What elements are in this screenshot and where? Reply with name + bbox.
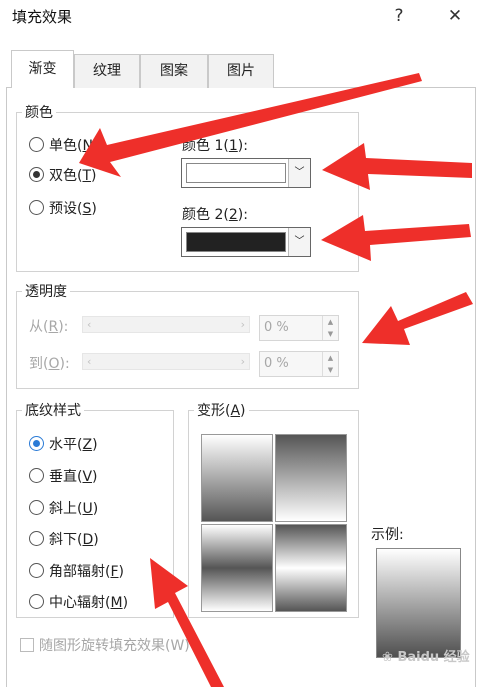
from-value: 0 % bbox=[264, 320, 289, 335]
radio-circle[interactable] bbox=[29, 167, 44, 182]
spin-down-icon[interactable]: ▼ bbox=[322, 328, 338, 340]
tab-picture[interactable]: 图片 bbox=[208, 54, 274, 88]
to-spinner[interactable]: 0 % ▲ ▼ bbox=[259, 351, 339, 377]
radio-from-center[interactable]: 中心辐射(M) bbox=[29, 594, 128, 611]
rotate-with-shape-label: 随图形旋转填充效果(W) bbox=[39, 638, 190, 654]
shading-legend: 底纹样式 bbox=[22, 400, 84, 420]
radio-circle[interactable] bbox=[29, 531, 44, 546]
help-button[interactable]: ? bbox=[386, 4, 412, 28]
spin-up-icon[interactable]: ▲ bbox=[322, 316, 338, 328]
color1-dropdown-button[interactable]: ﹀ bbox=[288, 159, 310, 187]
color2-picker[interactable]: ﹀ bbox=[181, 227, 311, 257]
horizontal-label: 水平(Z) bbox=[49, 437, 98, 453]
from-corner-label: 角部辐射(F) bbox=[49, 564, 124, 580]
colors-legend: 颜色 bbox=[22, 102, 56, 122]
radio-one-color[interactable]: 单色(N) bbox=[29, 137, 98, 154]
dialog-title: 填充效果 bbox=[12, 8, 73, 26]
variants-legend: 变形(A) bbox=[194, 400, 249, 420]
baidu-watermark: ❀ Baidu 经验 bbox=[382, 650, 470, 665]
color1-picker[interactable]: ﹀ bbox=[181, 158, 311, 188]
sample-label: 示例: bbox=[371, 527, 404, 543]
rotate-with-shape-checkbox[interactable]: 随图形旋转填充效果(W) bbox=[20, 638, 190, 654]
diagonal-up-label: 斜上(U) bbox=[49, 501, 99, 517]
chevron-down-icon: ﹀ bbox=[294, 236, 305, 247]
variant-3[interactable] bbox=[201, 524, 273, 612]
to-label: 到(O): bbox=[29, 356, 70, 372]
tab-pattern[interactable]: 图案 bbox=[140, 54, 208, 88]
paw-icon: ❀ bbox=[382, 650, 393, 665]
from-spinner[interactable]: 0 % ▲ ▼ bbox=[259, 315, 339, 341]
chevron-left-icon: ‹ bbox=[87, 318, 92, 331]
color2-dropdown-button[interactable]: ﹀ bbox=[288, 228, 310, 256]
radio-vertical[interactable]: 垂直(V) bbox=[29, 468, 98, 485]
sample-preview bbox=[376, 548, 461, 658]
chevron-down-icon: ﹀ bbox=[294, 167, 305, 178]
to-value: 0 % bbox=[264, 356, 289, 371]
preset-label: 预设(S) bbox=[49, 201, 97, 217]
radio-circle[interactable] bbox=[29, 594, 44, 609]
color1-swatch bbox=[186, 163, 286, 183]
radio-from-corner[interactable]: 角部辐射(F) bbox=[29, 563, 124, 580]
two-colors-label: 双色(T) bbox=[49, 168, 97, 184]
one-color-label: 单色(N) bbox=[49, 138, 99, 154]
color2-label: 颜色 2(2): bbox=[182, 207, 248, 223]
chevron-left-icon: ‹ bbox=[87, 355, 92, 368]
radio-circle[interactable] bbox=[29, 500, 44, 515]
radio-circle[interactable] bbox=[29, 200, 44, 215]
vertical-label: 垂直(V) bbox=[49, 469, 98, 485]
color2-swatch bbox=[186, 232, 286, 252]
from-slider[interactable]: ‹ › bbox=[82, 316, 250, 333]
spin-down-icon[interactable]: ▼ bbox=[322, 364, 338, 376]
variant-1[interactable] bbox=[201, 434, 273, 522]
from-center-label: 中心辐射(M) bbox=[49, 595, 129, 611]
radio-two-colors[interactable]: 双色(T) bbox=[29, 167, 97, 184]
close-button[interactable]: ✕ bbox=[442, 4, 468, 28]
transparency-legend: 透明度 bbox=[22, 281, 70, 301]
chevron-right-icon: › bbox=[240, 318, 245, 331]
color1-label: 颜色 1(1): bbox=[182, 138, 248, 154]
from-label: 从(R): bbox=[29, 319, 69, 335]
to-slider[interactable]: ‹ › bbox=[82, 353, 250, 370]
radio-circle[interactable] bbox=[29, 137, 44, 152]
radio-diagonal-down[interactable]: 斜下(D) bbox=[29, 531, 99, 548]
tab-gradient[interactable]: 渐变 bbox=[11, 50, 74, 88]
radio-circle[interactable] bbox=[29, 436, 44, 451]
chevron-right-icon: › bbox=[240, 355, 245, 368]
checkbox-box[interactable] bbox=[20, 638, 34, 652]
tab-texture[interactable]: 纹理 bbox=[74, 54, 140, 88]
radio-circle[interactable] bbox=[29, 468, 44, 483]
diagonal-down-label: 斜下(D) bbox=[49, 532, 99, 548]
radio-horizontal[interactable]: 水平(Z) bbox=[29, 436, 98, 453]
variant-4[interactable] bbox=[275, 524, 347, 612]
radio-circle[interactable] bbox=[29, 563, 44, 578]
variant-2[interactable] bbox=[275, 434, 347, 522]
spin-up-icon[interactable]: ▲ bbox=[322, 352, 338, 364]
radio-diagonal-up[interactable]: 斜上(U) bbox=[29, 500, 98, 517]
radio-preset[interactable]: 预设(S) bbox=[29, 200, 97, 217]
